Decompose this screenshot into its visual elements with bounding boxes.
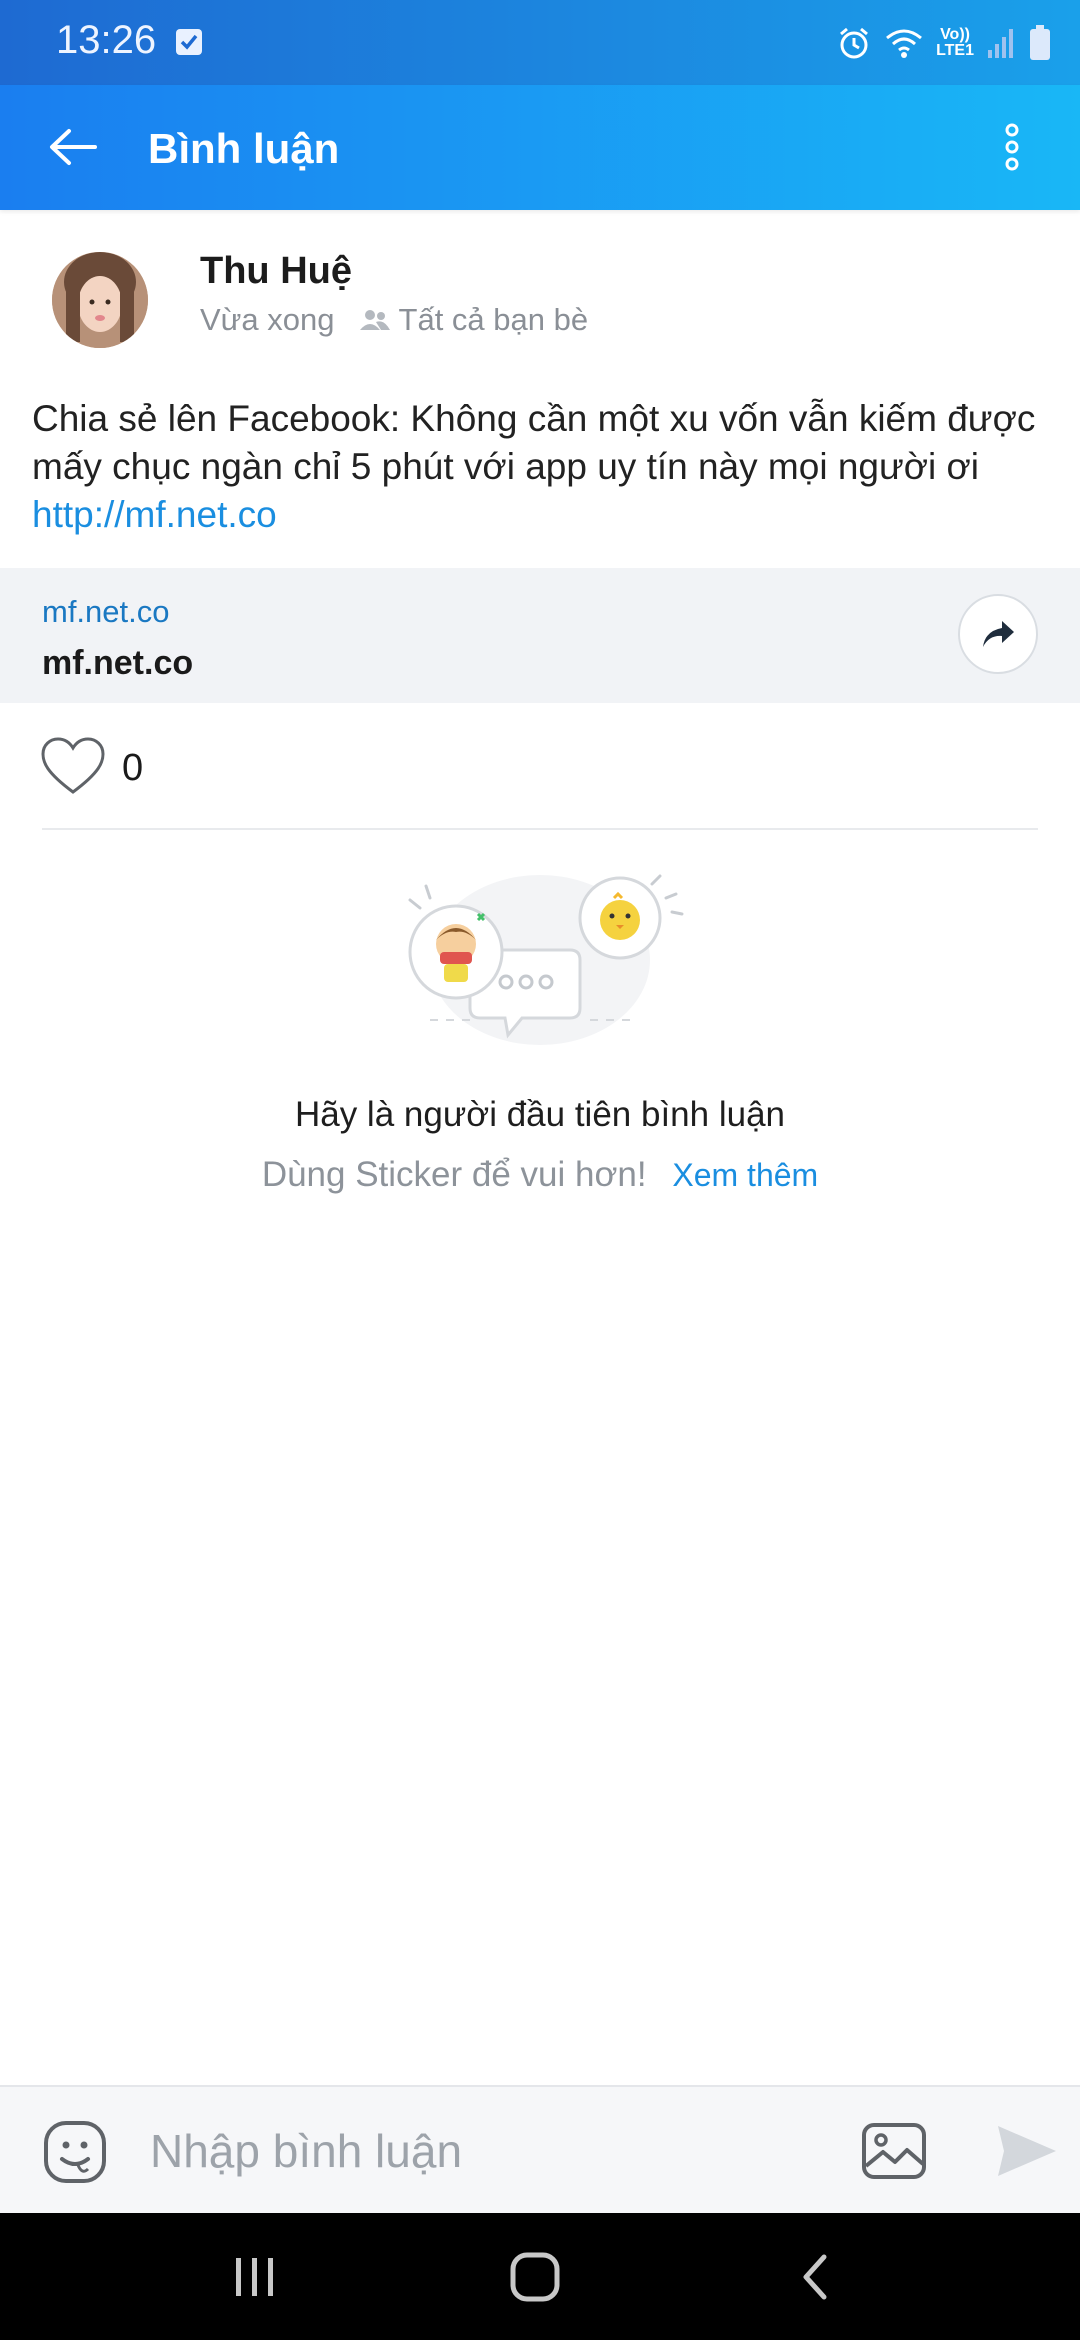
empty-state-subtitle: Dùng Sticker để vui hơn! Xem thêm (0, 1155, 1080, 1195)
avatar-image (52, 252, 148, 348)
chevron-left-icon (803, 2254, 827, 2300)
image-button[interactable] (858, 2115, 930, 2187)
share-arrow-icon (983, 621, 1014, 647)
divider (42, 828, 1038, 830)
send-icon (998, 2126, 1056, 2176)
alarm-icon (836, 25, 872, 61)
post-link[interactable]: http://mf.net.co (32, 494, 277, 535)
volte-indicator: Vo)) LTE1 (936, 26, 974, 59)
status-time: 13:26 (56, 18, 157, 62)
home-button[interactable] (480, 2235, 590, 2319)
system-back-button[interactable] (760, 2235, 870, 2319)
like-count: 0 (122, 746, 144, 789)
sticker-smile-icon (44, 2121, 106, 2183)
arrow-left-icon (50, 129, 97, 165)
task-check-icon (175, 26, 203, 56)
page-title: Bình luận (148, 125, 340, 172)
post-meta: Vừa xong Tất cả bạn bè (200, 302, 588, 338)
more-vertical-icon (1005, 123, 1019, 171)
post-body: Chia sẻ lên Facebook: Không cần một xu v… (32, 398, 1036, 487)
link-preview-domain: mf.net.co (42, 594, 170, 629)
comment-input[interactable] (150, 2113, 830, 2189)
empty-comments-illustration (390, 870, 690, 1060)
post-time: Vừa xong (200, 302, 335, 337)
signal-icon (986, 26, 1016, 60)
link-preview-card[interactable]: mf.net.co mf.net.co (0, 568, 1080, 703)
app-bar: Bình luận (0, 85, 1080, 210)
battery-icon (1028, 24, 1052, 62)
author-name[interactable]: Thu Huệ (200, 250, 352, 293)
like-button[interactable] (40, 736, 106, 801)
status-icons: Vo)) LTE1 (836, 18, 1052, 68)
share-button[interactable] (958, 594, 1038, 674)
sticker-button[interactable] (40, 2117, 110, 2187)
more-options-button[interactable] (980, 111, 1044, 183)
back-button[interactable] (36, 111, 108, 183)
link-preview-title: mf.net.co (42, 644, 194, 682)
heart-icon (41, 736, 105, 794)
post-audience: Tất cả bạn bè (359, 302, 589, 338)
wifi-icon (884, 26, 924, 60)
friends-icon (359, 310, 390, 330)
audience-label: Tất cả bạn bè (398, 302, 589, 337)
see-more-link[interactable]: Xem thêm (672, 1157, 818, 1193)
comment-input-bar (0, 2085, 1080, 2213)
author-avatar[interactable] (52, 252, 148, 348)
empty-state-hint: Dùng Sticker để vui hơn! (261, 1155, 647, 1194)
recents-icon (236, 2258, 273, 2296)
recent-apps-button[interactable] (200, 2235, 310, 2319)
image-icon (862, 2123, 926, 2179)
system-nav-bar (0, 2213, 1080, 2340)
send-button[interactable] (990, 2115, 1062, 2187)
home-icon (510, 2252, 560, 2302)
status-bar: 13:26 Vo)) LTE1 (0, 0, 1080, 85)
empty-state-title: Hãy là người đầu tiên bình luận (294, 1095, 786, 1134)
post-text: Chia sẻ lên Facebook: Không cần một xu v… (32, 395, 1052, 539)
like-row: 0 (40, 735, 143, 801)
